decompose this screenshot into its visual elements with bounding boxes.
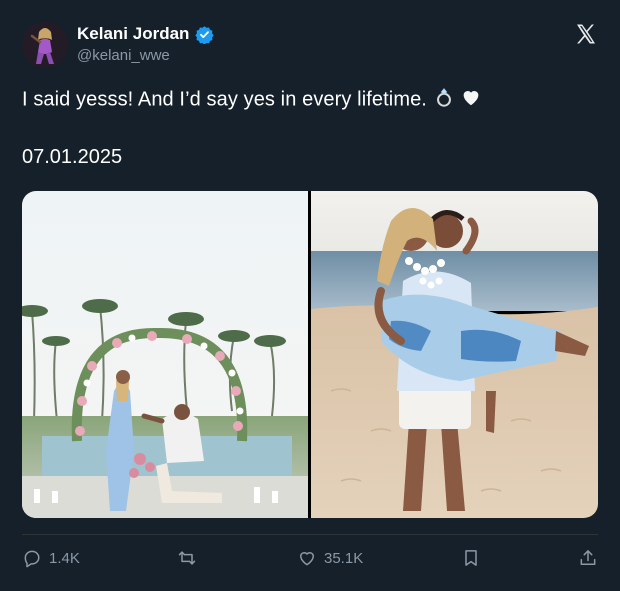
x-logo-icon[interactable] bbox=[574, 22, 598, 46]
tweet-card: Kelani Jordan @kelani_wwe I said yesss! … bbox=[0, 0, 620, 591]
tweet-body: I said yesss! And I’d say yes in every l… bbox=[22, 88, 427, 111]
tweet-text: I said yesss! And I’d say yes in every l… bbox=[22, 86, 482, 114]
ring-emoji-icon bbox=[433, 86, 455, 114]
reply-button[interactable]: 1.4K bbox=[22, 544, 80, 572]
bookmark-icon bbox=[465, 550, 477, 566]
retweet-button[interactable] bbox=[177, 544, 197, 572]
verified-badge-icon bbox=[195, 25, 215, 45]
share-icon bbox=[580, 550, 596, 565]
avatar[interactable] bbox=[22, 22, 68, 68]
like-button[interactable]: 35.1K bbox=[297, 544, 363, 572]
actions-divider bbox=[22, 534, 598, 535]
author-name-row: Kelani Jordan bbox=[77, 24, 215, 45]
reply-icon bbox=[24, 550, 40, 568]
proposal-photo[interactable] bbox=[22, 191, 308, 518]
white-heart-emoji-icon bbox=[460, 86, 482, 114]
retweet-icon bbox=[178, 551, 196, 565]
author-handle[interactable]: @kelani_wwe bbox=[77, 47, 170, 64]
beach-carry-photo[interactable] bbox=[311, 191, 598, 518]
author-display-name[interactable]: Kelani Jordan bbox=[77, 24, 189, 44]
share-button[interactable] bbox=[578, 544, 598, 572]
reply-count: 1.4K bbox=[49, 549, 80, 567]
heart-icon bbox=[300, 552, 314, 566]
bookmark-button[interactable] bbox=[461, 544, 481, 572]
like-count: 35.1K bbox=[324, 549, 364, 567]
media-grid bbox=[22, 191, 598, 518]
action-bar: 1.4K 35.1K bbox=[0, 544, 620, 574]
tweet-date-text: 07.01.2025 bbox=[22, 146, 123, 168]
